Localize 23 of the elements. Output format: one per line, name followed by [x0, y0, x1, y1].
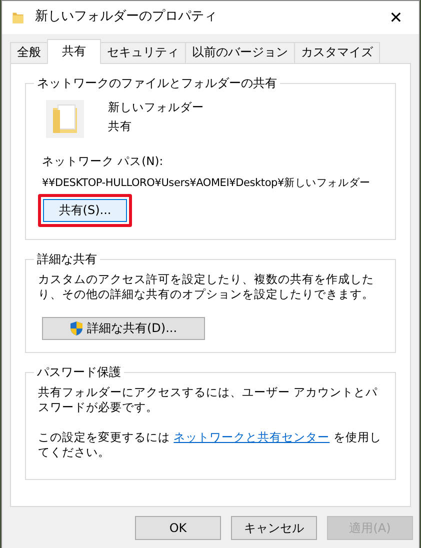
- share-status: 共有: [108, 118, 133, 134]
- dialog-button[interactable]: キャンセル: [231, 516, 317, 540]
- tab[interactable]: 全般: [10, 42, 48, 63]
- note-text: この設定を変更するには ネットワークと共有センター を使用してください。: [38, 430, 382, 459]
- folder-name: 新しいフォルダー: [108, 100, 204, 115]
- advanced-sharing-button[interactable]: 詳細な共有(D)...: [42, 317, 205, 340]
- dialog-button[interactable]: OK: [135, 516, 221, 540]
- tab[interactable]: カスタマイズ: [294, 42, 380, 63]
- share-button[interactable]: 共有(S)...: [43, 198, 127, 222]
- window-title: 新しいフォルダーのプロパティ: [35, 9, 218, 26]
- shield-icon: [70, 321, 83, 336]
- group-title: 詳細な共有: [36, 252, 98, 266]
- folder-icon: [46, 100, 84, 138]
- path-label: ネットワーク パス(N):: [42, 154, 164, 169]
- folder-icon: [11, 10, 25, 24]
- description-text: 共有フォルダーにアクセスするには、ユーザー アカウントとパスワードが必要です。: [38, 385, 379, 414]
- network-path: ¥¥DESKTOP-HULLORO¥Users¥AOMEI¥Desktop¥新しいフォルダー: [42, 176, 372, 190]
- description-text: カスタムのアクセス許可を設定したり、複数の共有を作成したり、その他の詳細な共有のオプションを設定したりできます。: [38, 272, 375, 302]
- close-button[interactable]: ✕: [373, 1, 419, 34]
- group-title: パスワード保護: [36, 365, 122, 380]
- network-center-link[interactable]: ネットワークと共有センター: [174, 430, 330, 444]
- tab[interactable]: 共有: [47, 39, 101, 64]
- group-title: ネットワークのファイルとフォルダーの共有: [36, 76, 278, 90]
